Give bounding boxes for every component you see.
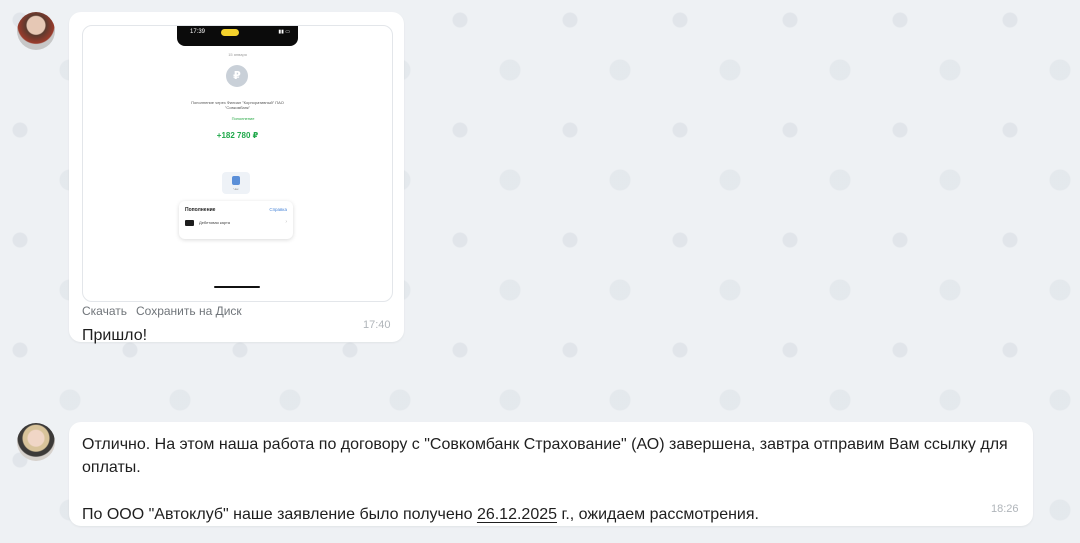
download-link[interactable]: Скачать (82, 304, 127, 318)
message-paragraph: По ООО "Автоклуб" наше заявление было по… (82, 503, 1022, 526)
message-bubble-incoming: 17:39 ▮▮ ▭ 15 января ₽ Пополнение через … (69, 12, 404, 344)
panel-link: Справка (269, 207, 287, 212)
receipt-label: Чек (233, 187, 239, 191)
card-icon (185, 220, 194, 226)
image-attachment[interactable]: 17:39 ▮▮ ▭ 15 января ₽ Пополнение через … (82, 25, 393, 302)
paragraph-suffix: г., ожидаем рассмотрения. (557, 506, 759, 523)
message-paragraph: Отлично. На этом наша работа по договору… (82, 436, 1008, 476)
operation-description: Пополнение через Филиал "Корпоративный" … (191, 100, 284, 110)
panel-title: Пополнение (185, 207, 216, 213)
sender-avatar[interactable] (17, 423, 55, 461)
message-text: Отлично. На этом наша работа по договору… (82, 433, 1022, 526)
operation-amount: +182 780 ₽ (216, 131, 259, 140)
signal-battery-icon: ▮▮ ▭ (278, 29, 290, 35)
message-bubble-incoming: Отлично. На этом наша работа по договору… (69, 422, 1033, 526)
ruble-icon: ₽ (226, 65, 248, 87)
home-indicator (214, 286, 260, 288)
operation-tag: Пополнение (231, 116, 255, 121)
message-time: 17:40 (363, 319, 391, 331)
chevron-right-icon: › (285, 219, 287, 225)
receipt-button: Чек (222, 172, 250, 194)
receipt-icon (232, 176, 240, 185)
date-link[interactable]: 26.12.2025 (477, 506, 557, 523)
paragraph-prefix: По ООО "Автоклуб" наше заявление было по… (82, 506, 477, 523)
card-label: Дебетовая карта (199, 220, 231, 225)
message-text: Пришло! (82, 327, 148, 344)
save-to-disk-link[interactable]: Сохранить на Диск (136, 304, 242, 318)
operation-date: 15 января (228, 52, 247, 57)
phone-status-bar: 17:39 ▮▮ ▭ (177, 26, 298, 46)
message-time: 18:26 (991, 503, 1019, 515)
sender-avatar[interactable] (17, 12, 55, 50)
phone-pill-icon (221, 29, 239, 36)
topup-panel: Пополнение Справка Дебетовая карта › (179, 201, 293, 239)
phone-time: 17:39 (190, 29, 206, 35)
